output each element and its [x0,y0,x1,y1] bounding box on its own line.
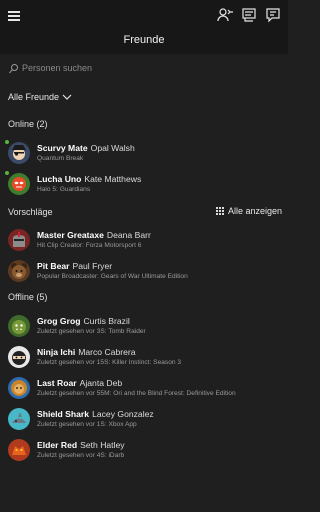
gamertag: Last Roar [37,378,77,388]
real-name: Seth Hatley [80,440,125,450]
suggestions-section-header: Vorschläge [8,207,53,217]
friend-row-last-roar[interactable]: Last Roar Ajanta Deb Zuletzt gesehen vor … [0,377,288,405]
suggestion-reason: Hit Clip Creator: Forza Motorsport 6 [37,242,142,249]
offline-section-header: Offline (5) [8,292,48,302]
messages-icon[interactable] [240,6,258,24]
filter-label: Alle Freunde [8,92,60,102]
orc-avatar [8,315,30,337]
real-name: Kate Matthews [84,174,142,184]
gamertag: Lucha Uno [37,174,82,184]
pirate-avatar [8,142,30,164]
bear-avatar [8,260,30,282]
real-name: Opal Walsh [90,143,135,153]
real-name: Deana Barr [106,230,151,240]
shark-avatar [8,408,30,430]
real-name: Ajanta Deb [79,378,123,388]
friend-row-grog-grog[interactable]: Grog Grog Curtis Brazil Zuletzt gesehen v… [0,315,288,343]
suggestion-row-master-greataxe[interactable]: Master Greataxe Deana Barr Hit Clip Creat… [0,229,288,257]
gamertag: Ninja Ichi [37,347,76,357]
presence-text: Quantum Break [37,155,84,162]
suggestion-row-pit-bear[interactable]: Pit Bear Paul Fryer Popular Broadcaster: … [0,260,288,288]
notifications-icon[interactable] [264,6,282,24]
ninja-avatar [8,346,30,368]
last-seen-text: Zuletzt gesehen vor 15S: Killer Instinct… [37,359,182,366]
last-seen-text: Zuletzt gesehen vor 55M: Ori and the Bli… [37,390,236,397]
last-seen-text: Zuletzt gesehen vor 4S: iDarb [37,452,125,459]
friend-row-elder-red[interactable]: Elder Red Seth Hatley Zuletzt gesehen vor… [0,439,288,467]
gamertag: Scurvy Mate [37,143,88,153]
online-section-header: Online (2) [8,119,48,129]
title-bar: Freunde [0,30,288,54]
last-seen-text: Zuletzt gesehen vor 3S: Tomb Raider [37,328,146,335]
real-name: Lacey Gonzalez [92,409,154,419]
friend-row-shield-shark[interactable]: Shield Shark Lacey Gonzalez Zuletzt geseh… [0,408,288,436]
real-name: Marco Cabrera [78,347,136,357]
search-placeholder: Personen suchen [22,63,93,73]
real-name: Curtis Brazil [83,316,130,326]
last-seen-text: Zuletzt gesehen vor 1S: Xbox App [37,421,137,428]
search-icon [9,64,18,74]
friend-row-ninja-ichi[interactable]: Ninja Ichi Marco Cabrera Zuletzt gesehen … [0,346,288,374]
gamertag: Master Greataxe [37,230,104,240]
search-input[interactable]: Personen suchen [8,62,280,78]
online-indicator [5,140,9,144]
gamertag: Pit Bear [37,261,70,271]
gamertag: Grog Grog [37,316,81,326]
friend-row-scurvy-mate[interactable]: Scurvy Mate Opal Walsh Quantum Break [0,140,288,170]
bottom-edge [0,504,288,512]
gamertag: Shield Shark [37,409,90,419]
friend-row-lucha-uno[interactable]: Lucha Uno Kate Matthews Halo 5: Guardians [0,171,288,201]
online-indicator [5,171,9,175]
dragon-avatar [8,439,30,461]
friends-filter-dropdown[interactable]: Alle Freunde [8,92,72,106]
top-bar [0,0,288,30]
grid-icon [215,207,224,215]
presence-text: Halo 5: Guardians [37,186,91,193]
hamburger-menu-icon[interactable] [6,6,24,24]
lion-avatar [8,377,30,399]
gamertag: Elder Red [37,440,78,450]
page-title: Freunde [123,34,165,46]
friend-requests-icon[interactable] [216,6,234,24]
chevron-down-icon [62,94,72,100]
suggestion-reason: Popular Broadcaster: Gears of War Ultima… [37,273,188,280]
luchador-avatar [8,173,30,195]
real-name: Paul Fryer [72,261,113,271]
knight-avatar [8,229,30,251]
see-all-label: Alle anzeigen [227,206,282,216]
see-all-link[interactable]: Alle anzeigen [215,206,282,216]
